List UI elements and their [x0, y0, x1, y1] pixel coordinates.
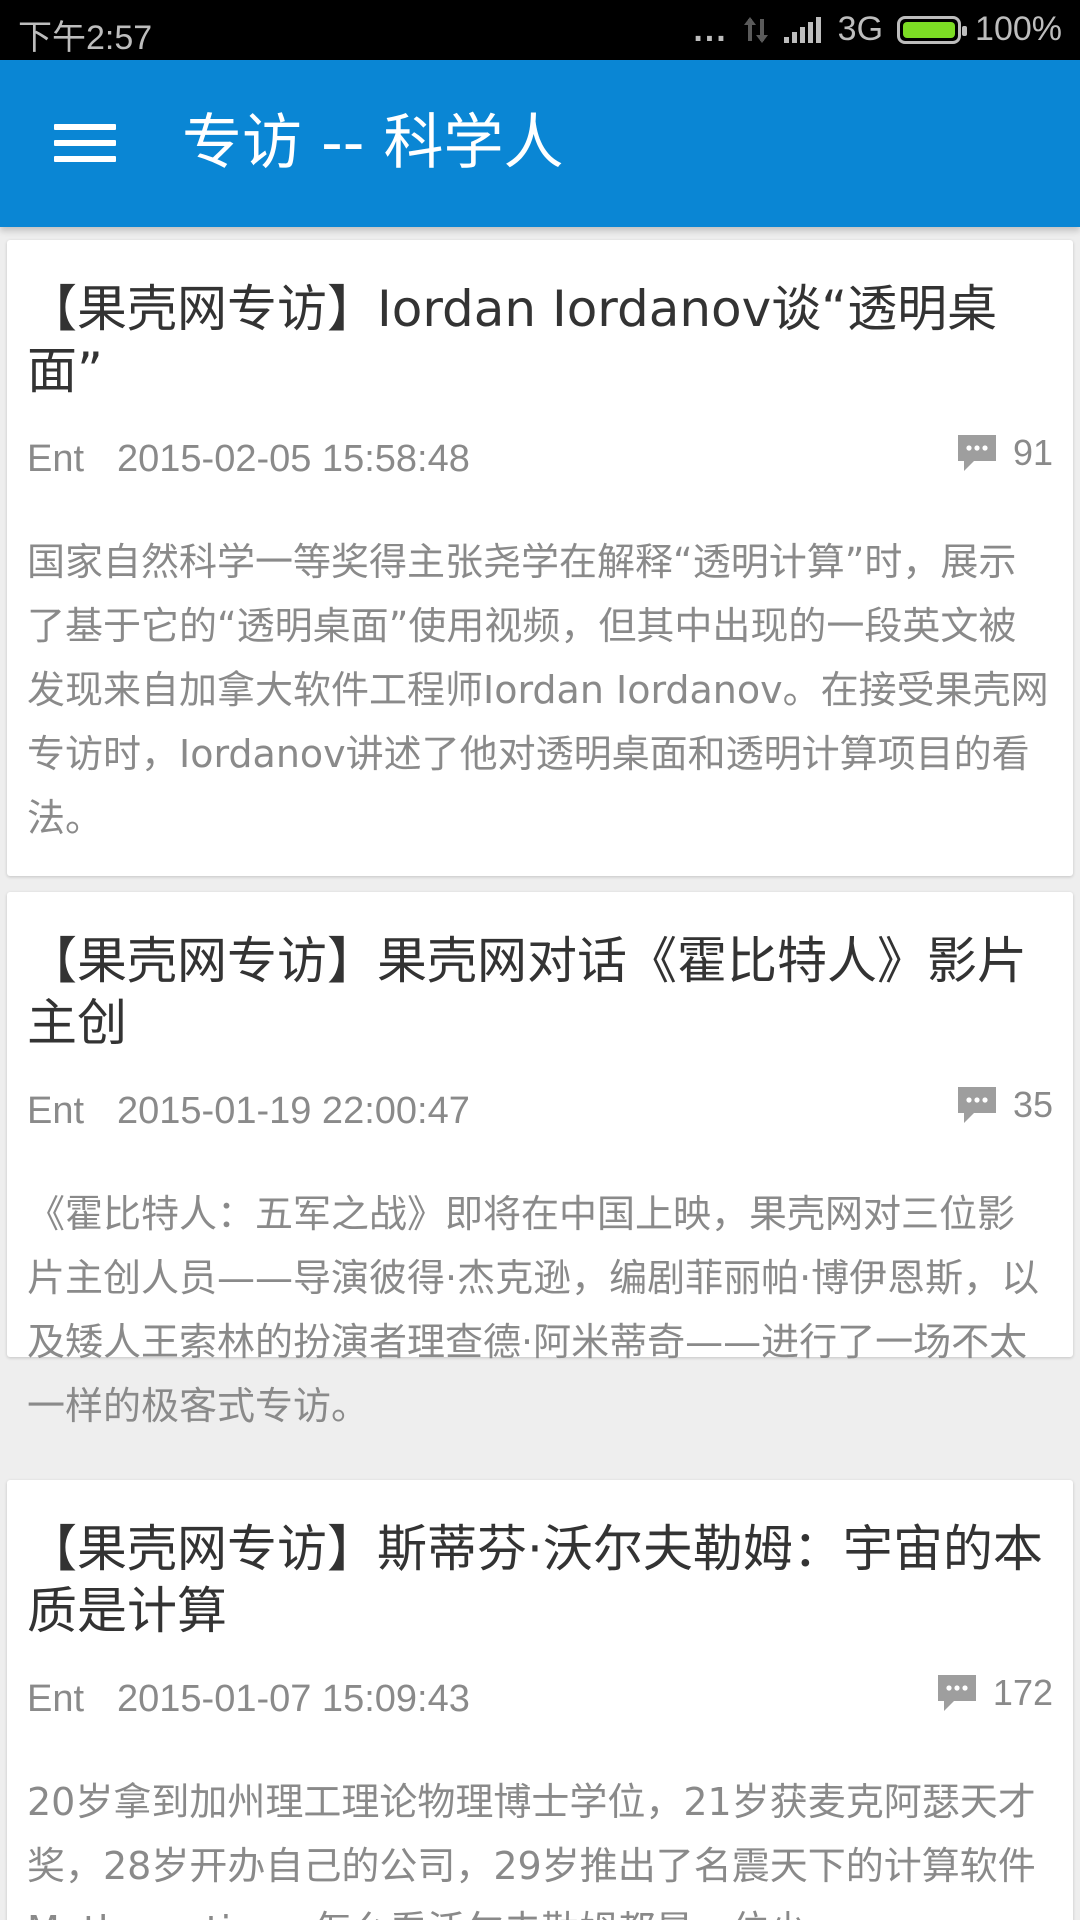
menu-bar-line [54, 140, 116, 146]
page-title: 专访 -- 科学人 [182, 108, 564, 178]
article-card[interactable]: 【果壳网专访】果壳网对话《霍比特人》影片主创 Ent 2015-01-19 22… [7, 892, 1073, 1428]
article-list[interactable]: 【果壳网专访】Iordan Iordanov谈“透明桌面” Ent 2015-0… [0, 227, 1080, 1920]
article-datetime: 2015-01-07 15:09:43 [117, 1678, 470, 1720]
article-author: Ent [27, 1090, 85, 1132]
comment-count: 35 [1012, 1084, 1053, 1125]
comment-count-button[interactable]: 172 [935, 1672, 1053, 1714]
article-datetime: 2015-02-05 15:58:48 [117, 438, 470, 480]
battery-level: 100% [975, 10, 1062, 48]
data-transfer-icon [742, 15, 770, 45]
network-type: 3G [837, 10, 884, 48]
comment-icon [955, 1084, 999, 1126]
comment-count-button[interactable]: 91 [955, 432, 1053, 474]
article-title[interactable]: 【果壳网专访】果壳网对话《霍比特人》影片主创 [27, 930, 1051, 1054]
article-summary: 《霍比特人：五军之战》即将在中国上映，果壳网对三位影片主创人员——导演彼得·杰克… [27, 1192, 1040, 1428]
article-summary: 20岁拿到加州理工理论物理博士学位，21岁获麦克阿瑟天才奖，28岁开办自己的公司… [27, 1780, 1036, 1920]
comment-icon [935, 1672, 979, 1714]
article-title[interactable]: 【果壳网专访】斯蒂芬·沃尔夫勒姆：宇宙的本质是计算 [27, 1518, 1051, 1642]
article-card[interactable]: 【果壳网专访】斯蒂芬·沃尔夫勒姆：宇宙的本质是计算 Ent 2015-01-07… [7, 1480, 1073, 1920]
comment-count: 172 [992, 1672, 1053, 1713]
menu-bar-line [54, 156, 116, 162]
article-meta: Ent 2015-01-19 22:00:47 35 [27, 1084, 1053, 1134]
comment-icon [955, 432, 999, 474]
battery-tip [962, 25, 968, 36]
article-datetime: 2015-01-19 22:00:47 [117, 1090, 470, 1132]
status-indicators: ... 3G 100% [693, 10, 1062, 49]
article-meta: Ent 2015-01-07 15:09:43 172 [27, 1672, 1053, 1722]
status-time: 下午2:57 [18, 19, 153, 57]
article-title[interactable]: 【果壳网专访】Iordan Iordanov谈“透明桌面” [27, 278, 1051, 402]
comment-count-button[interactable]: 35 [955, 1084, 1053, 1126]
status-bar: 下午2:57 ... 3G 100% [0, 0, 1080, 60]
comment-count: 91 [1012, 432, 1053, 473]
menu-bar-line [54, 124, 116, 130]
article-author: Ent [27, 438, 85, 480]
article-meta: Ent 2015-02-05 15:58:48 91 [27, 432, 1053, 482]
article-author: Ent [27, 1678, 85, 1720]
app-bar: 专访 -- 科学人 [0, 60, 1080, 227]
signal-strength-icon [783, 15, 824, 45]
hamburger-menu-icon[interactable] [40, 108, 130, 178]
battery-icon [897, 15, 968, 44]
article-summary: 国家自然科学一等奖得主张尧学在解释“透明计算”时，展示了基于它的“透明桌面”使用… [27, 540, 1049, 840]
notification-dots: ... [693, 10, 728, 49]
battery-fill [903, 21, 956, 38]
article-card[interactable]: 【果壳网专访】Iordan Iordanov谈“透明桌面” Ent 2015-0… [7, 240, 1073, 876]
